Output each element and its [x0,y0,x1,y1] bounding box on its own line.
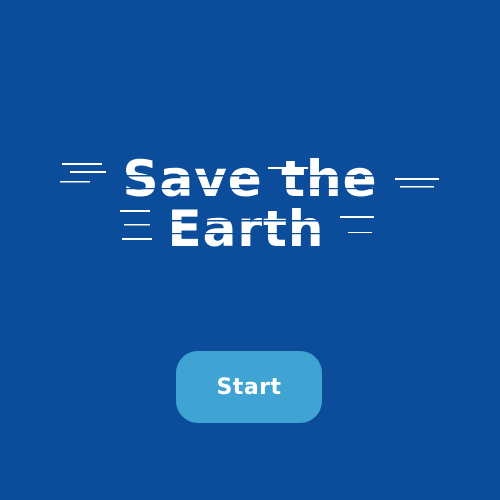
glitch-title-graphic: Save the Earth [60,150,450,258]
game-screen: Save the Earth Start [0,0,500,500]
game-title: Save the Earth [0,140,500,260]
start-button-label: Start [216,374,282,400]
start-button[interactable]: Start [176,351,322,423]
title-line-2: Earth [167,200,324,258]
